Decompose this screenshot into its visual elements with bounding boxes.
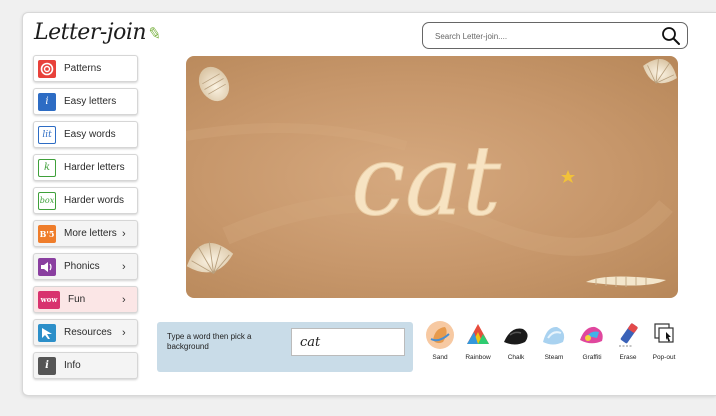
resources-arrow-icon [38, 323, 56, 342]
sidebar-item-resources[interactable]: Resources › [33, 319, 138, 346]
erase-button[interactable]: Erase [608, 320, 648, 368]
sidebar-item-info[interactable]: i Info [33, 352, 138, 379]
sidebar-item-label: Info [64, 360, 81, 371]
sidebar-item-label: Easy letters [64, 96, 117, 107]
shell-top-right [643, 58, 677, 84]
sidebar-item-label: Easy words [64, 129, 116, 140]
chalk-icon [504, 328, 528, 345]
sidebar-item-label: Phonics [64, 261, 100, 272]
letter-i-icon: i [38, 92, 56, 111]
chevron-right-icon: › [122, 227, 126, 240]
sidebar-item-patterns[interactable]: Patterns [33, 55, 138, 82]
sand-button[interactable]: Sand [420, 320, 460, 368]
word-entry-panel: Type a word then pick a background [157, 322, 413, 372]
speaker-icon [38, 257, 56, 276]
search-icon[interactable] [661, 26, 681, 46]
sidebar-item-phonics[interactable]: Phonics › [33, 253, 138, 280]
lit-word-icon: lit [38, 125, 56, 144]
shell-bottom-right [586, 276, 666, 287]
sidebar-item-label: Resources [64, 327, 112, 338]
info-icon: i [38, 356, 56, 375]
chevron-right-icon: › [122, 293, 126, 306]
chevron-right-icon: › [122, 326, 126, 339]
letter-k-icon: k [38, 158, 56, 177]
graffiti-button[interactable]: Graffiti [572, 320, 612, 368]
writing-canvas[interactable]: cat [186, 56, 678, 298]
star-icon [561, 170, 575, 183]
sidebar-item-more-letters[interactable]: B'5 More letters › [33, 220, 138, 247]
chevron-right-icon: › [122, 260, 126, 273]
sidebar-item-label: Patterns [64, 63, 102, 74]
sidebar-item-fun[interactable]: wow Fun › [33, 286, 138, 313]
shell-top-left [198, 66, 230, 102]
b5-icon: B'5 [38, 224, 56, 243]
sidebar-item-label: Harder words [64, 195, 125, 206]
sidebar-item-harder-letters[interactable]: k Harder letters [33, 154, 138, 181]
background-toolbar: Sand Rainbow Chalk Steam Graffiti Erase … [420, 320, 682, 370]
sidebar-item-label: Fun [68, 294, 86, 305]
eraser-icon [619, 323, 638, 347]
search-box [422, 22, 688, 49]
steam-button[interactable]: Steam [534, 320, 574, 368]
chalk-button[interactable]: Chalk [496, 320, 536, 368]
sidebar-item-easy-words[interactable]: lit Easy words [33, 121, 138, 148]
word-entry-prompt: Type a word then pick a background [167, 332, 252, 351]
pencil-icon: ✎ [146, 23, 163, 44]
rainbow-button[interactable]: Rainbow [458, 320, 498, 368]
canvas-word: cat [351, 125, 501, 237]
graffiti-icon [580, 326, 603, 344]
rainbow-icon [467, 324, 489, 344]
pop-out-button[interactable]: Pop-out [644, 320, 684, 368]
box-word-icon: box [38, 191, 56, 210]
sidebar-item-easy-letters[interactable]: i Easy letters [33, 88, 138, 115]
wow-icon: wow [38, 290, 60, 309]
sidebar-item-harder-words[interactable]: box Harder words [33, 187, 138, 214]
word-input[interactable] [291, 328, 405, 356]
search-input[interactable] [435, 28, 655, 44]
spiral-icon [38, 59, 56, 78]
sand-icon [426, 321, 454, 349]
pop-out-icon [654, 323, 674, 343]
sidebar-item-label: More letters [64, 228, 117, 239]
sand-background: cat [186, 58, 677, 287]
sidebar-item-label: Harder letters [64, 162, 125, 173]
letter-join-logo[interactable]: Letter-join✎ [34, 20, 163, 45]
steam-icon [543, 326, 565, 345]
